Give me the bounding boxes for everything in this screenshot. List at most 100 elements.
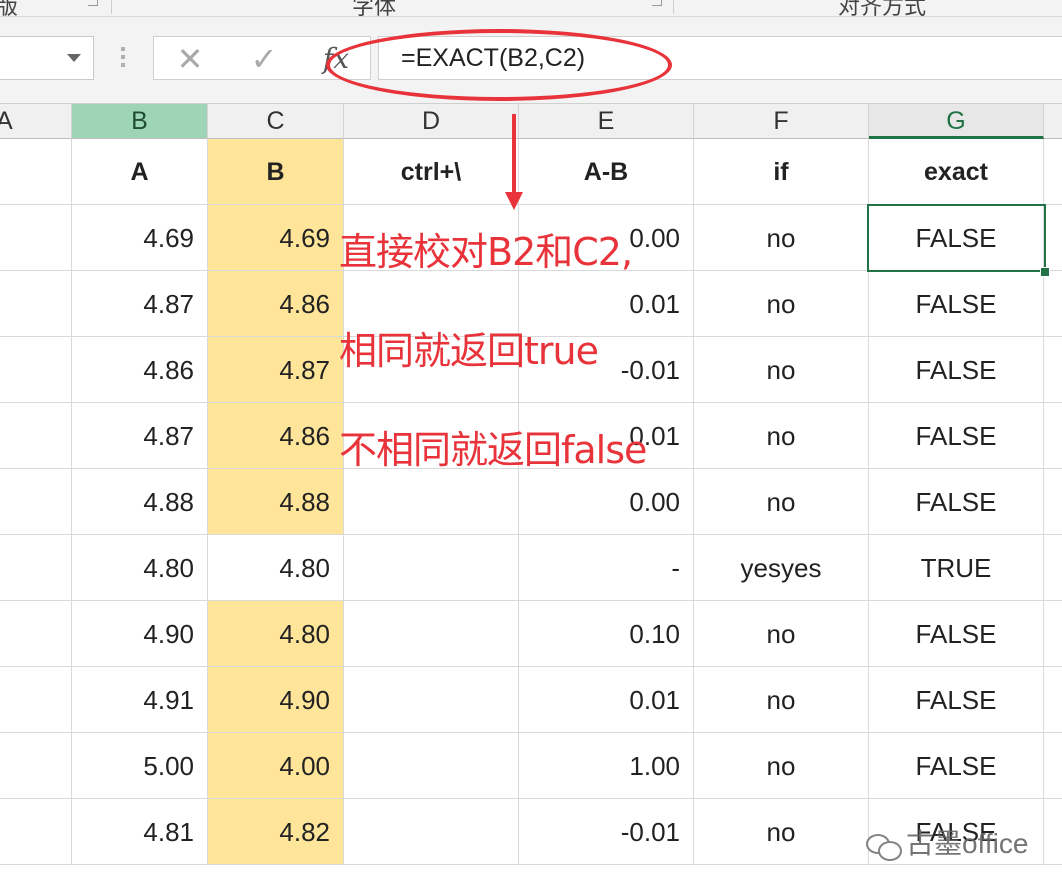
header-cell-if[interactable]: if xyxy=(694,139,869,205)
cell-g[interactable]: FALSE xyxy=(869,205,1044,271)
cell[interactable] xyxy=(0,271,72,337)
cell-b[interactable]: 4.90 xyxy=(72,601,208,667)
cell-f[interactable]: no xyxy=(694,271,869,337)
cell-g[interactable]: FALSE xyxy=(869,601,1044,667)
name-box[interactable] xyxy=(0,36,94,80)
cell-b[interactable]: 4.87 xyxy=(72,271,208,337)
cell[interactable] xyxy=(0,337,72,403)
cell[interactable] xyxy=(1044,337,1062,403)
header-cell-diff[interactable]: A-B xyxy=(519,139,694,205)
column-header-a[interactable]: A xyxy=(0,104,72,139)
cell-c[interactable]: 4.90 xyxy=(208,667,344,733)
cell[interactable] xyxy=(1044,403,1062,469)
cell-c[interactable]: 4.86 xyxy=(208,403,344,469)
cell-c[interactable]: 4.88 xyxy=(208,469,344,535)
cell-c[interactable]: 4.69 xyxy=(208,205,344,271)
cell[interactable] xyxy=(1044,733,1062,799)
cell-c[interactable]: 4.80 xyxy=(208,535,344,601)
annotation-line-3: 不相同就返回false xyxy=(339,428,647,472)
fill-handle[interactable] xyxy=(1040,267,1050,277)
cell-g[interactable]: FALSE xyxy=(869,733,1044,799)
cell-b[interactable]: 4.86 xyxy=(72,337,208,403)
cell-e[interactable]: 0.00 xyxy=(519,469,694,535)
cell-d[interactable] xyxy=(344,733,519,799)
cell-e[interactable]: 0.01 xyxy=(519,667,694,733)
cell-d[interactable] xyxy=(344,601,519,667)
cell-c[interactable]: 4.87 xyxy=(208,337,344,403)
header-cell-ctrl[interactable]: ctrl+\ xyxy=(344,139,519,205)
column-header-g[interactable]: G xyxy=(869,104,1044,139)
column-header-b[interactable]: B xyxy=(72,104,208,139)
cell-e[interactable]: 1.00 xyxy=(519,733,694,799)
cell-f[interactable]: no xyxy=(694,205,869,271)
cell-g[interactable]: FALSE xyxy=(869,667,1044,733)
header-cell-exact[interactable]: exact xyxy=(869,139,1044,205)
cell[interactable] xyxy=(1044,271,1062,337)
cell[interactable] xyxy=(1044,139,1062,205)
cell-e[interactable]: -0.01 xyxy=(519,799,694,865)
cell-b[interactable]: 4.88 xyxy=(72,469,208,535)
cell-g[interactable]: FALSE xyxy=(869,271,1044,337)
cell-c[interactable]: 4.80 xyxy=(208,601,344,667)
drag-handle-icon[interactable] xyxy=(120,47,126,71)
cell[interactable] xyxy=(1044,205,1062,271)
column-header-e[interactable]: E xyxy=(519,104,694,139)
cell-e[interactable]: 0.10 xyxy=(519,601,694,667)
ribbon-group-strip: 版 字体 对齐方式 xyxy=(0,0,1062,17)
cell[interactable] xyxy=(0,733,72,799)
cell-g[interactable]: TRUE xyxy=(869,535,1044,601)
cell-d[interactable] xyxy=(344,667,519,733)
cell[interactable] xyxy=(1044,667,1062,733)
cell-c[interactable]: 4.86 xyxy=(208,271,344,337)
cell-g[interactable]: FALSE xyxy=(869,469,1044,535)
chevron-down-icon[interactable] xyxy=(67,54,81,62)
cell[interactable] xyxy=(1044,535,1062,601)
cell-c[interactable]: 4.00 xyxy=(208,733,344,799)
cell-d[interactable] xyxy=(344,799,519,865)
cell-g[interactable]: FALSE xyxy=(869,403,1044,469)
cell[interactable] xyxy=(0,139,72,205)
cell-b[interactable]: 4.87 xyxy=(72,403,208,469)
cell-e[interactable]: - xyxy=(519,535,694,601)
column-header-f[interactable]: F xyxy=(694,104,869,139)
cell-f[interactable]: no xyxy=(694,469,869,535)
cell-b[interactable]: 5.00 xyxy=(72,733,208,799)
cell-f[interactable]: no xyxy=(694,733,869,799)
cell-d[interactable] xyxy=(344,535,519,601)
cell[interactable] xyxy=(0,205,72,271)
cell-b[interactable]: 4.69 xyxy=(72,205,208,271)
header-cell-b[interactable]: B xyxy=(208,139,344,205)
cell-f[interactable]: no xyxy=(694,403,869,469)
cell-b[interactable]: 4.91 xyxy=(72,667,208,733)
cell-f[interactable]: no xyxy=(694,601,869,667)
ribbon-separator xyxy=(673,0,674,14)
cell[interactable] xyxy=(0,403,72,469)
cell[interactable] xyxy=(0,601,72,667)
column-header-d[interactable]: D xyxy=(344,104,519,139)
column-header-c[interactable]: C xyxy=(208,104,344,139)
dialog-launcher-icon[interactable] xyxy=(88,0,98,6)
cell-c[interactable]: 4.82 xyxy=(208,799,344,865)
cell-f[interactable]: no xyxy=(694,337,869,403)
cell-f[interactable]: no xyxy=(694,667,869,733)
annotation-arrow-head xyxy=(505,192,523,210)
cell-b[interactable]: 4.80 xyxy=(72,535,208,601)
cell[interactable] xyxy=(0,799,72,865)
cell[interactable] xyxy=(0,469,72,535)
ribbon-group-label-font: 字体 xyxy=(352,0,397,17)
enter-check-icon[interactable]: ✓ xyxy=(244,41,284,77)
dialog-launcher-icon[interactable] xyxy=(652,0,662,6)
cell[interactable] xyxy=(1044,799,1062,865)
column-header-h[interactable] xyxy=(1044,104,1062,139)
cell-d[interactable] xyxy=(344,469,519,535)
cell-g[interactable]: FALSE xyxy=(869,337,1044,403)
cell-f[interactable]: yesyes xyxy=(694,535,869,601)
cell-f[interactable]: no xyxy=(694,799,869,865)
cell[interactable] xyxy=(0,535,72,601)
header-cell-a[interactable]: A xyxy=(72,139,208,205)
cell-b[interactable]: 4.81 xyxy=(72,799,208,865)
cancel-icon[interactable]: ✕ xyxy=(170,41,210,77)
cell[interactable] xyxy=(0,667,72,733)
cell[interactable] xyxy=(1044,469,1062,535)
cell[interactable] xyxy=(1044,601,1062,667)
